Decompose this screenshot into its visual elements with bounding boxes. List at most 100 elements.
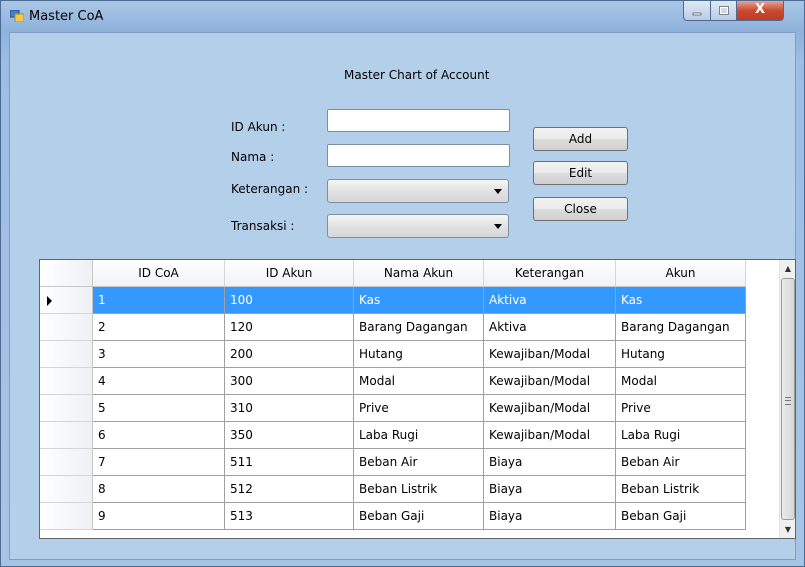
table-cell[interactable]: Kewajiban/Modal xyxy=(484,341,616,368)
scroll-down-icon[interactable]: ▼ xyxy=(780,521,795,538)
table-row[interactable]: 1 100 Kas Aktiva Kas xyxy=(93,287,779,314)
transaksi-label: Transaksi : xyxy=(231,219,295,233)
column-header[interactable]: ID Akun xyxy=(225,260,354,287)
transaksi-combobox[interactable] xyxy=(327,214,509,238)
table-cell[interactable]: 513 xyxy=(225,503,354,530)
table-cell[interactable]: Beban Listrik xyxy=(616,476,746,503)
column-header[interactable]: Akun xyxy=(616,260,746,287)
table-cell[interactable]: 350 xyxy=(225,422,354,449)
keterangan-label: Keterangan : xyxy=(231,182,309,196)
table-cell[interactable]: Kewajiban/Modal xyxy=(484,422,616,449)
current-row-arrow-icon xyxy=(47,296,52,306)
table-cell[interactable]: 3 xyxy=(93,341,225,368)
close-window-button[interactable]: X xyxy=(736,1,784,21)
id-akun-label: ID Akun : xyxy=(231,120,286,134)
dropdown-arrow-icon xyxy=(494,224,502,229)
table-cell[interactable]: Aktiva xyxy=(484,287,616,314)
table-cell[interactable]: Beban Gaji xyxy=(616,503,746,530)
table-cell[interactable]: Kewajiban/Modal xyxy=(484,368,616,395)
table-cell[interactable]: Beban Gaji xyxy=(354,503,484,530)
table-cell[interactable]: 1 xyxy=(93,287,225,314)
maximize-icon xyxy=(718,6,729,15)
master-coa-window: Master CoA X Master Chart of Account ID … xyxy=(0,0,805,567)
form-heading: Master Chart of Account xyxy=(344,68,490,82)
id-akun-input[interactable] xyxy=(327,109,510,132)
table-cell[interactable]: 300 xyxy=(225,368,354,395)
table-cell[interactable]: Modal xyxy=(354,368,484,395)
scroll-thumb[interactable] xyxy=(781,278,795,520)
maximize-button[interactable] xyxy=(710,1,737,21)
table-cell[interactable]: Hutang xyxy=(616,341,746,368)
table-cell[interactable]: 8 xyxy=(93,476,225,503)
row-header[interactable] xyxy=(40,503,93,530)
column-header[interactable]: ID CoA xyxy=(93,260,225,287)
row-header[interactable] xyxy=(40,341,93,368)
title-bar[interactable]: Master CoA X xyxy=(1,1,804,33)
vertical-scrollbar[interactable]: ▲ ▼ xyxy=(779,260,795,538)
table-cell[interactable]: 512 xyxy=(225,476,354,503)
scroll-grip-icon xyxy=(785,397,791,405)
column-header[interactable]: Keterangan xyxy=(484,260,616,287)
coa-data-grid[interactable]: ID CoA ID Akun Nama Akun Keterangan Akun 1 10… xyxy=(39,259,796,539)
table-cell[interactable]: 310 xyxy=(225,395,354,422)
row-header[interactable] xyxy=(40,422,93,449)
table-cell[interactable]: 6 xyxy=(93,422,225,449)
keterangan-combobox[interactable] xyxy=(327,179,509,203)
table-row[interactable]: 2 120 Barang Dagangan Aktiva Barang Dagangan xyxy=(93,314,779,341)
nama-input[interactable] xyxy=(327,144,510,167)
row-header[interactable] xyxy=(40,449,93,476)
table-cell[interactable]: 9 xyxy=(93,503,225,530)
table-row[interactable]: 4 300 Modal Kewajiban/Modal Modal xyxy=(93,368,779,395)
table-cell[interactable]: 4 xyxy=(93,368,225,395)
table-cell[interactable]: Barang Dagangan xyxy=(354,314,484,341)
table-cell[interactable]: Beban Air xyxy=(616,449,746,476)
scroll-up-icon[interactable]: ▲ xyxy=(780,260,795,277)
table-cell[interactable]: Kewajiban/Modal xyxy=(484,395,616,422)
table-cell[interactable]: 100 xyxy=(225,287,354,314)
column-header[interactable]: Nama Akun xyxy=(354,260,484,287)
table-cell[interactable]: 7 xyxy=(93,449,225,476)
add-button[interactable]: Add xyxy=(533,127,628,151)
grid-body: ID CoA ID Akun Nama Akun Keterangan Akun 1 10… xyxy=(40,260,779,538)
row-header[interactable] xyxy=(40,368,93,395)
grid-corner-header[interactable] xyxy=(40,260,93,287)
table-cell[interactable]: Laba Rugi xyxy=(354,422,484,449)
table-cell[interactable]: Kas xyxy=(616,287,746,314)
table-row[interactable]: 9 513 Beban Gaji Biaya Beban Gaji xyxy=(93,503,779,530)
table-cell[interactable]: Modal xyxy=(616,368,746,395)
table-row[interactable]: 6 350 Laba Rugi Kewajiban/Modal Laba Rugi xyxy=(93,422,779,449)
minimize-button[interactable] xyxy=(683,1,711,21)
table-cell[interactable]: Hutang xyxy=(354,341,484,368)
table-cell[interactable]: Beban Air xyxy=(354,449,484,476)
table-cell[interactable]: 120 xyxy=(225,314,354,341)
table-cell[interactable]: Biaya xyxy=(484,449,616,476)
table-cell[interactable]: 2 xyxy=(93,314,225,341)
dropdown-arrow-icon xyxy=(494,189,502,194)
table-cell[interactable]: 200 xyxy=(225,341,354,368)
table-cell[interactable]: Biaya xyxy=(484,503,616,530)
form-icon xyxy=(10,10,24,22)
close-button[interactable]: Close xyxy=(533,197,628,221)
edit-button[interactable]: Edit xyxy=(533,161,628,185)
table-row[interactable]: 7 511 Beban Air Biaya Beban Air xyxy=(93,449,779,476)
row-header[interactable] xyxy=(40,314,93,341)
table-cell[interactable]: Barang Dagangan xyxy=(616,314,746,341)
table-cell[interactable]: Beban Listrik xyxy=(354,476,484,503)
table-row[interactable]: 8 512 Beban Listrik Biaya Beban Listrik xyxy=(93,476,779,503)
minimize-icon xyxy=(692,12,702,16)
table-row[interactable]: 3 200 Hutang Kewajiban/Modal Hutang xyxy=(93,341,779,368)
close-icon: X xyxy=(754,2,766,17)
table-cell[interactable]: Prive xyxy=(354,395,484,422)
table-cell[interactable]: Laba Rugi xyxy=(616,422,746,449)
table-cell[interactable]: Prive xyxy=(616,395,746,422)
table-row[interactable]: 5 310 Prive Kewajiban/Modal Prive xyxy=(93,395,779,422)
table-cell[interactable]: Biaya xyxy=(484,476,616,503)
table-cell[interactable]: Aktiva xyxy=(484,314,616,341)
table-cell[interactable]: 5 xyxy=(93,395,225,422)
table-cell[interactable]: Kas xyxy=(354,287,484,314)
row-header[interactable] xyxy=(40,395,93,422)
row-header[interactable] xyxy=(40,287,93,314)
row-header[interactable] xyxy=(40,476,93,503)
window-title: Master CoA xyxy=(29,9,104,24)
table-cell[interactable]: 511 xyxy=(225,449,354,476)
